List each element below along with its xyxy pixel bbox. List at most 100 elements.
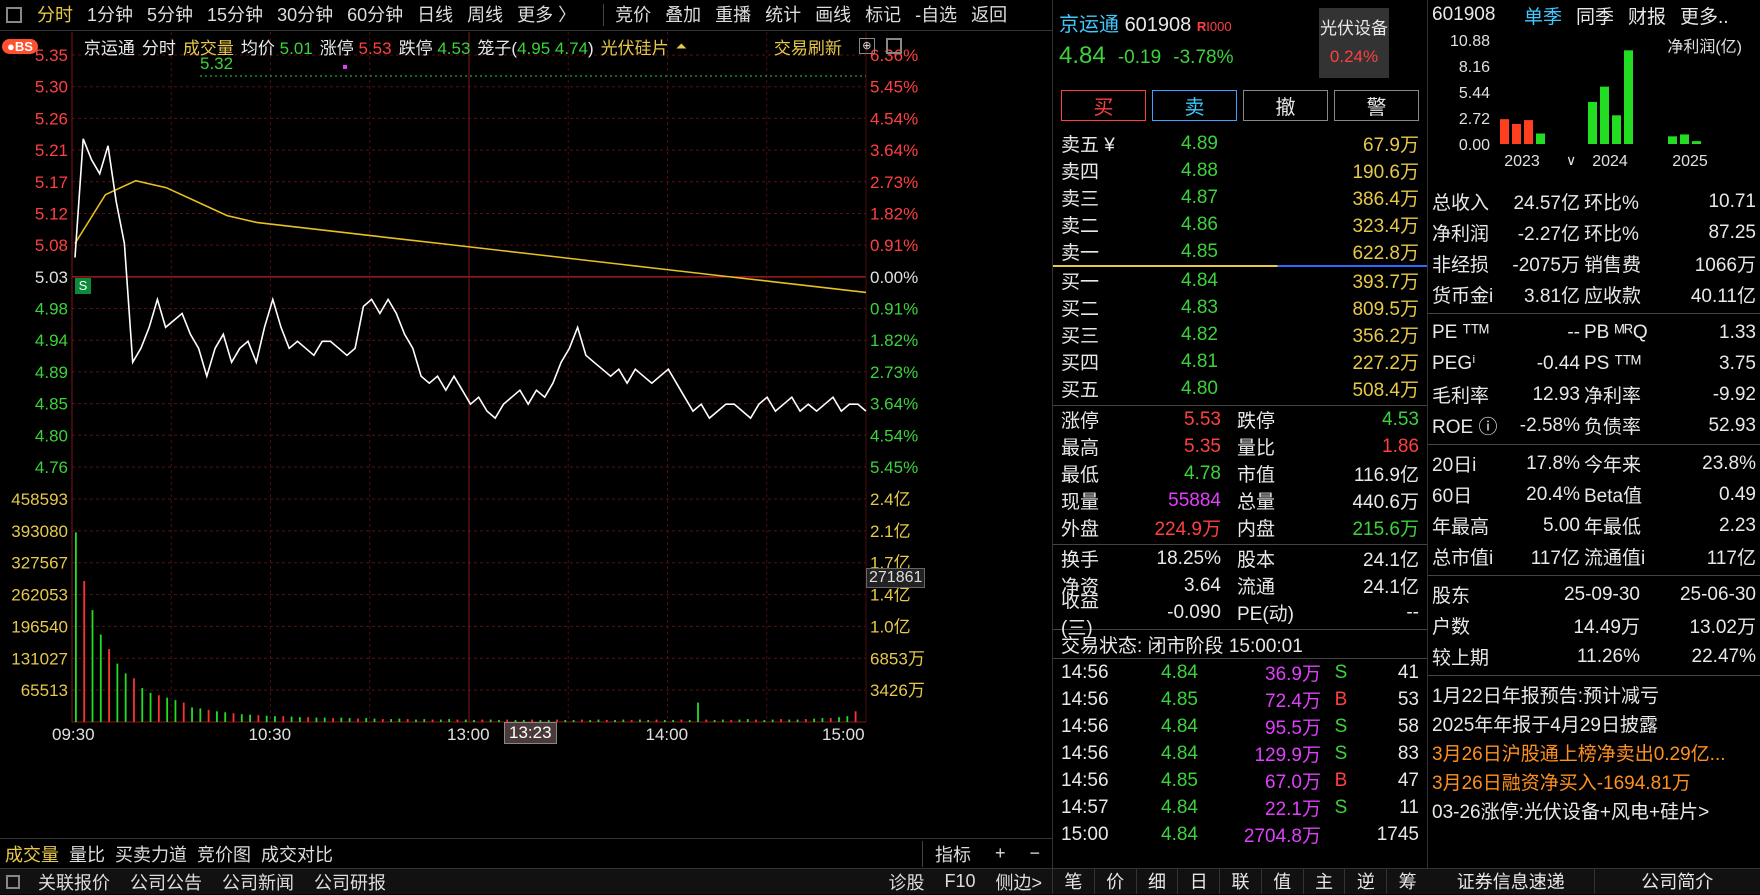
detail-tab[interactable]: 主 xyxy=(1304,869,1346,894)
sector-label[interactable]: 光伏硅片 xyxy=(601,34,669,59)
fin-value: 5.00 xyxy=(1498,515,1580,537)
fin-tab-report[interactable]: 财报 xyxy=(1628,2,1680,29)
tab-volume-compare[interactable]: 成交对比 xyxy=(256,841,338,867)
remove-indicator-button[interactable]: − xyxy=(1017,843,1052,864)
price-tick-label: 5.17 xyxy=(35,173,68,192)
tab-weekly[interactable]: 周线 xyxy=(460,0,510,31)
volume-bar xyxy=(257,715,259,722)
detail-tab[interactable]: 筹 xyxy=(1387,869,1429,894)
cancel-button[interactable]: 撤 xyxy=(1243,90,1328,121)
fin-tab-more[interactable]: 更多.. xyxy=(1680,2,1729,29)
tick-time: 15:00 xyxy=(1061,824,1161,846)
tool-back[interactable]: 返回 xyxy=(964,0,1014,31)
buy-button[interactable]: 买 xyxy=(1061,90,1146,121)
news-item[interactable]: 1月22日年报预告:预计减亏 xyxy=(1428,680,1760,709)
zoom-icon[interactable]: ⊕ xyxy=(859,38,875,54)
tab-5min[interactable]: 5分钟 xyxy=(140,0,200,31)
link-research[interactable]: 公司研报 xyxy=(304,869,396,895)
book-volume: 356.2万 xyxy=(1271,321,1419,348)
link-quote[interactable]: 关联报价 xyxy=(28,869,120,895)
window-icon[interactable] xyxy=(6,875,20,889)
tool-replay[interactable]: 重播 xyxy=(708,0,758,31)
tool-auction[interactable]: 竞价 xyxy=(608,0,658,31)
sidebar-toggle[interactable]: 侧边> xyxy=(985,869,1052,895)
news-item[interactable]: 03-26涨停:光伏设备+风电+硅片> xyxy=(1428,796,1760,825)
tool-overlay[interactable]: 叠加 xyxy=(658,0,708,31)
fin-tab-yoy[interactable]: 同季 xyxy=(1576,2,1628,29)
alert-button[interactable]: 警 xyxy=(1334,90,1419,121)
tab-company-profile[interactable]: 公司简介 xyxy=(1594,869,1760,894)
diagnose-button[interactable]: 诊股 xyxy=(878,869,934,895)
profit-bar-chart[interactable]: 10.888.165.442.720.00净利润(亿)202320242025 xyxy=(1428,30,1760,180)
tab-volume[interactable]: 成交量 xyxy=(0,841,64,867)
detail-tab[interactable]: 笔 xyxy=(1053,869,1095,894)
volume-bar xyxy=(448,719,450,722)
tab-daily[interactable]: 日线 xyxy=(410,0,460,31)
volume-bar xyxy=(830,718,832,722)
tab-more[interactable]: 更多 〉 xyxy=(510,0,583,31)
layout-icon[interactable] xyxy=(886,38,902,54)
news-item[interactable]: 2025年年报于4月29日披露 xyxy=(1428,709,1760,738)
tab-auction-chart[interactable]: 竞价图 xyxy=(192,841,256,867)
volume-bar xyxy=(855,711,857,722)
f10-button[interactable]: F10 xyxy=(934,871,985,892)
indicator-tabs: 成交量 量比 买卖力道 竞价图 成交对比 指标 + − xyxy=(0,838,1052,868)
link-news[interactable]: 公司新闻 xyxy=(212,869,304,895)
sell-button[interactable]: 卖 xyxy=(1152,90,1237,121)
tab-securities-news[interactable]: 证券信息速递 xyxy=(1428,869,1594,894)
fin-row: 年最高5.00年最低2.23 xyxy=(1428,510,1760,541)
panel-toggle-icon[interactable] xyxy=(6,7,22,23)
fin-tab-quarter[interactable]: 单季 xyxy=(1524,2,1576,29)
bs-badge[interactable]: ●BS xyxy=(2,39,38,54)
fin-row: 总收入24.57亿环比%10.71 xyxy=(1428,186,1760,217)
stat-value: -0.090 xyxy=(1117,602,1221,624)
tool-draw[interactable]: 画线 xyxy=(808,0,858,31)
pct-axis: 6.36%5.45%4.54%3.64%2.73%1.82%0.91%0.00%… xyxy=(870,46,925,700)
volume-bar xyxy=(614,720,616,722)
intraday-chart[interactable]: 5.355.305.265.215.175.125.085.034.984.94… xyxy=(0,32,1046,838)
detail-tab[interactable]: 价 xyxy=(1095,869,1137,894)
volume-tick-label: 327567 xyxy=(11,554,68,573)
stat-value: 3.64 xyxy=(1117,575,1221,597)
stat-value: 5.53 xyxy=(1117,409,1221,431)
detail-tab[interactable]: 逆 xyxy=(1345,869,1387,894)
tab-1min[interactable]: 1分钟 xyxy=(80,0,140,31)
price-tick-label: 4.76 xyxy=(35,458,68,477)
time-tick-label: 13:00 xyxy=(447,725,490,744)
tool-watchlist[interactable]: -自选 xyxy=(908,0,964,31)
tab-buy-sell-force[interactable]: 买卖力道 xyxy=(110,841,192,867)
detail-tab[interactable]: 日 xyxy=(1178,869,1220,894)
tick-price: 4.84 xyxy=(1161,797,1221,819)
volume-bar xyxy=(241,714,243,722)
collapse-chevron-icon[interactable]: ∨ xyxy=(1566,152,1576,169)
volume-bar xyxy=(780,719,782,722)
stat-label: 股本 xyxy=(1237,545,1297,572)
fin-year-label: 2023 xyxy=(1504,153,1540,170)
tab-60min[interactable]: 60分钟 xyxy=(340,0,410,31)
detail-tab[interactable]: 联 xyxy=(1220,869,1262,894)
indicator-button[interactable]: 指标 xyxy=(922,841,983,867)
volume-bar xyxy=(813,719,815,722)
tool-stats[interactable]: 统计 xyxy=(758,0,808,31)
rating-badge[interactable]: RI000 xyxy=(1197,19,1232,34)
link-announcement[interactable]: 公司公告 xyxy=(120,869,212,895)
detail-tab[interactable]: 细 xyxy=(1137,869,1179,894)
detail-tab[interactable]: 值 xyxy=(1262,869,1304,894)
news-item[interactable]: 3月26日沪股通上榜净卖出0.29亿... xyxy=(1428,738,1760,767)
tool-mark[interactable]: 标记 xyxy=(858,0,908,31)
book-volume: 190.6万 xyxy=(1271,157,1419,184)
volume-bar xyxy=(788,720,790,722)
news-item[interactable]: 3月26日融资净买入-1694.81万 xyxy=(1428,767,1760,796)
tab-15min[interactable]: 15分钟 xyxy=(200,0,270,31)
tab-30min[interactable]: 30分钟 xyxy=(270,0,340,31)
sector-box[interactable]: 光伏设备 0.24% xyxy=(1319,8,1389,78)
fin-label: 60日 xyxy=(1432,481,1498,508)
sell-marker[interactable]: S xyxy=(75,278,91,294)
tab-volume-ratio[interactable]: 量比 xyxy=(64,841,110,867)
tick-volume: 129.9万 xyxy=(1221,740,1321,767)
tab-fenshi[interactable]: 分时 xyxy=(30,0,80,31)
quote-title: 京运通 601908 RI000 xyxy=(1059,8,1232,37)
volume-tick-label: 458593 xyxy=(11,490,68,509)
add-indicator-button[interactable]: + xyxy=(983,843,1018,864)
refresh-label[interactable]: 交易刷新 xyxy=(774,34,842,59)
